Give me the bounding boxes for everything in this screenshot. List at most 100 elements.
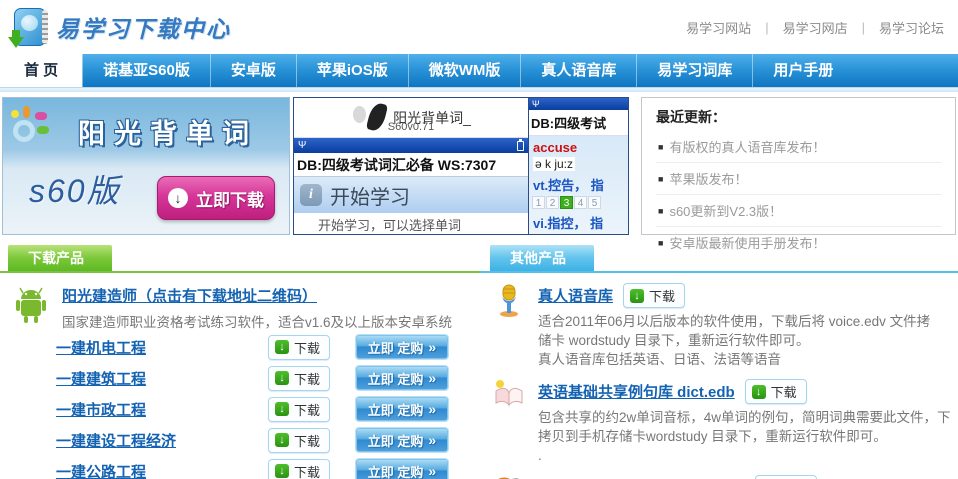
nav-tab-dict[interactable]: 易学习词库 — [636, 54, 752, 87]
updates-title: 最近更新： — [656, 104, 941, 131]
product-link-jidian[interactable]: 一建机电工程 — [56, 340, 146, 357]
product-row: 一建机电工程 ↓ 下载 立即 定购 » — [0, 332, 480, 362]
download-button[interactable]: ↓ 下载 — [623, 283, 685, 308]
promo-title: 阳光背单词 — [53, 112, 283, 151]
top-links: 易学习网站 | 易学习网店 | 易学习论坛 — [686, 18, 944, 37]
nav-tab-manual[interactable]: 用户手册 — [752, 54, 853, 87]
download-arrow-icon: ↓ — [275, 464, 289, 478]
brand: 易学习下载中心 — [8, 6, 231, 48]
phone2-status-bar: Ψ — [529, 98, 628, 110]
top-link-website[interactable]: 易学习网站 — [686, 18, 751, 37]
phone1-menu-label: 开始学习 — [330, 181, 410, 210]
double-chevron-icon: » — [428, 432, 436, 448]
phone2-word: accuse — [529, 136, 628, 155]
header: 易学习下载中心 易学习网站 | 易学习网店 | 易学习论坛 — [0, 0, 958, 54]
download-products-tab-row: 下载产品 — [0, 245, 480, 273]
products-section: 下载产品 阳光建造师（点击有下载地址二维码） — [0, 245, 958, 479]
download-arrow-icon: ↓ — [630, 289, 644, 303]
download-button[interactable]: ↓ 下载 — [268, 366, 330, 391]
download-arrow-icon: ↓ — [275, 340, 289, 354]
phone-screenshots: 阳光背单词_ S60v0.71 Ψ DB:四级考试词汇必备 WS:7307 i … — [293, 97, 629, 235]
phone1-status-bar: Ψ — [294, 138, 528, 153]
product-link-jianzhu[interactable]: 一建建筑工程 — [56, 371, 146, 388]
recent-updates-panel: 最近更新： ■ 有版权的真人语音库发布！ ■ 苹果版发布！ ■ s60更新到V2… — [641, 97, 956, 235]
nav-tab-home[interactable]: 首 页 — [0, 54, 82, 87]
product-link-shizheng[interactable]: 一建市政工程 — [56, 402, 146, 419]
main-nav: 首 页 诺基亚S60版 安卓版 苹果iOS版 微软WM版 真人语音库 易学习词库… — [0, 54, 958, 88]
site-title: 易学习下载中心 — [56, 10, 231, 44]
product-row: 一建建设工程经济 ↓ 下载 立即 定购 » — [0, 425, 480, 455]
antenna-icon: Ψ — [298, 140, 306, 151]
bullet-icon: ■ — [658, 206, 663, 216]
top-link-forum[interactable]: 易学习论坛 — [879, 18, 944, 37]
download-button[interactable]: ↓ 下载 — [268, 335, 330, 360]
voice-lib-desc: 适合2011年06月以后版本的软件使用，下载后将 voice.edv 文件拷 储… — [538, 312, 958, 369]
page-number: 5 — [588, 196, 601, 209]
order-button[interactable]: 立即 定购 » — [356, 397, 448, 421]
double-chevron-icon: » — [428, 401, 436, 417]
page-number: 1 — [532, 196, 545, 209]
download-button[interactable]: ↓ 下载 — [268, 428, 330, 453]
order-button[interactable]: 立即 定购 » — [356, 366, 448, 390]
download-button[interactable]: ↓ 下载 — [268, 459, 330, 479]
order-button[interactable]: 立即 定购 » — [356, 428, 448, 452]
order-button[interactable]: 立即 定购 » — [356, 459, 448, 479]
product-link-gonglu[interactable]: 一建公路工程 — [56, 464, 146, 479]
phone2-db-line: DB:四级考试 — [529, 110, 628, 136]
antenna-icon: Ψ — [532, 99, 540, 109]
product-link-jingji[interactable]: 一建建设工程经济 — [56, 433, 176, 450]
nav-tab-ios[interactable]: 苹果iOS版 — [296, 54, 408, 87]
battery-icon — [517, 141, 524, 151]
phone2-meaning-2: vi.指控， 指 — [529, 211, 628, 232]
other-product-item: 英语基础共享例句库 dict.edb ↓ 下载 包含共享的约2w单词音标，4w单… — [480, 369, 958, 465]
download-button[interactable]: ↓ 下载 — [745, 379, 807, 404]
update-item: ■ s60更新到V2.3版！ — [656, 194, 941, 226]
phone1-header: 阳光背单词_ S60v0.71 — [294, 98, 528, 138]
download-products-column: 下载产品 阳光建造师（点击有下载地址二维码） — [0, 245, 480, 479]
voice-lib-link[interactable]: 真人语音库 — [538, 285, 613, 306]
builder-product-header: 阳光建造师（点击有下载地址二维码） 国家建造师职业资格考试练习软件，适合v1.6… — [0, 273, 480, 331]
update-item: ■ 有版权的真人语音库发布！ — [656, 131, 941, 162]
nav-bottom-strip — [0, 88, 958, 92]
product-row: 一建建筑工程 ↓ 下载 立即 定购 » — [0, 363, 480, 393]
book-icon — [490, 379, 528, 465]
phone1-app-version: S60v0.71 — [294, 120, 528, 135]
nav-tab-android[interactable]: 安卓版 — [210, 54, 296, 87]
download-arrow-icon: ↓ — [275, 433, 289, 447]
double-chevron-icon: » — [428, 463, 436, 479]
page-number: 2 — [546, 196, 559, 209]
nav-tab-wm[interactable]: 微软WM版 — [408, 54, 521, 87]
page: 易学习下载中心 易学习网站 | 易学习网店 | 易学习论坛 首 页 诺基亚S60… — [0, 0, 958, 479]
android-icon — [12, 285, 50, 331]
promo-version: s60版 — [29, 166, 121, 212]
phone2-pagination: 1 2 3 4 5 — [529, 194, 628, 211]
app-logo-icon — [8, 6, 50, 48]
info-icon: i — [300, 184, 322, 206]
order-button[interactable]: 立即 定购 » — [356, 335, 448, 359]
page-number: 4 — [574, 196, 587, 209]
phone1-db-line: DB:四级考试词汇必备 WS:7307 — [294, 153, 528, 176]
download-button[interactable]: ↓ 下载 — [755, 475, 817, 479]
download-arrow-icon: ↓ — [752, 385, 766, 399]
example-db-link[interactable]: 英语基础共享例句库 dict.edb — [538, 381, 735, 402]
tool-book-icon: W — [490, 475, 528, 479]
double-chevron-icon: » — [428, 370, 436, 386]
download-button[interactable]: ↓ 下载 — [268, 397, 330, 422]
example-db-desc: 包含共享的约2w单词音标，4w单词的例句，简明词典需要此文件，下 拷贝到手机存储… — [538, 408, 958, 465]
double-chevron-icon: » — [428, 339, 436, 355]
download-arrow-icon: ↓ — [275, 402, 289, 416]
builder-product-link[interactable]: 阳光建造师（点击有下载地址二维码） — [62, 285, 452, 306]
promo-banner[interactable]: 阳光背单词 s60版 ↓ 立即下载 — [2, 97, 290, 235]
bullet-icon: ■ — [658, 142, 663, 152]
other-product-item: 真人语音库 ↓ 下载 适合2011年06月以后版本的软件使用，下载后将 voic… — [480, 273, 958, 369]
download-arrow-icon: ↓ — [275, 371, 289, 385]
nav-tab-s60[interactable]: 诺基亚S60版 — [82, 54, 210, 87]
promo-download-button[interactable]: ↓ 立即下载 — [157, 176, 275, 220]
separator: | — [862, 20, 865, 35]
phone2-meaning-1: vt.控告， 指 — [529, 173, 628, 194]
update-item: ■ 苹果版发布！ — [656, 162, 941, 194]
product-row: 一建市政工程 ↓ 下载 立即 定购 » — [0, 394, 480, 424]
product-row: 一建公路工程 ↓ 下载 立即 定购 » — [0, 456, 480, 479]
nav-tab-voice[interactable]: 真人语音库 — [520, 54, 636, 87]
top-link-shop[interactable]: 易学习网店 — [783, 18, 848, 37]
